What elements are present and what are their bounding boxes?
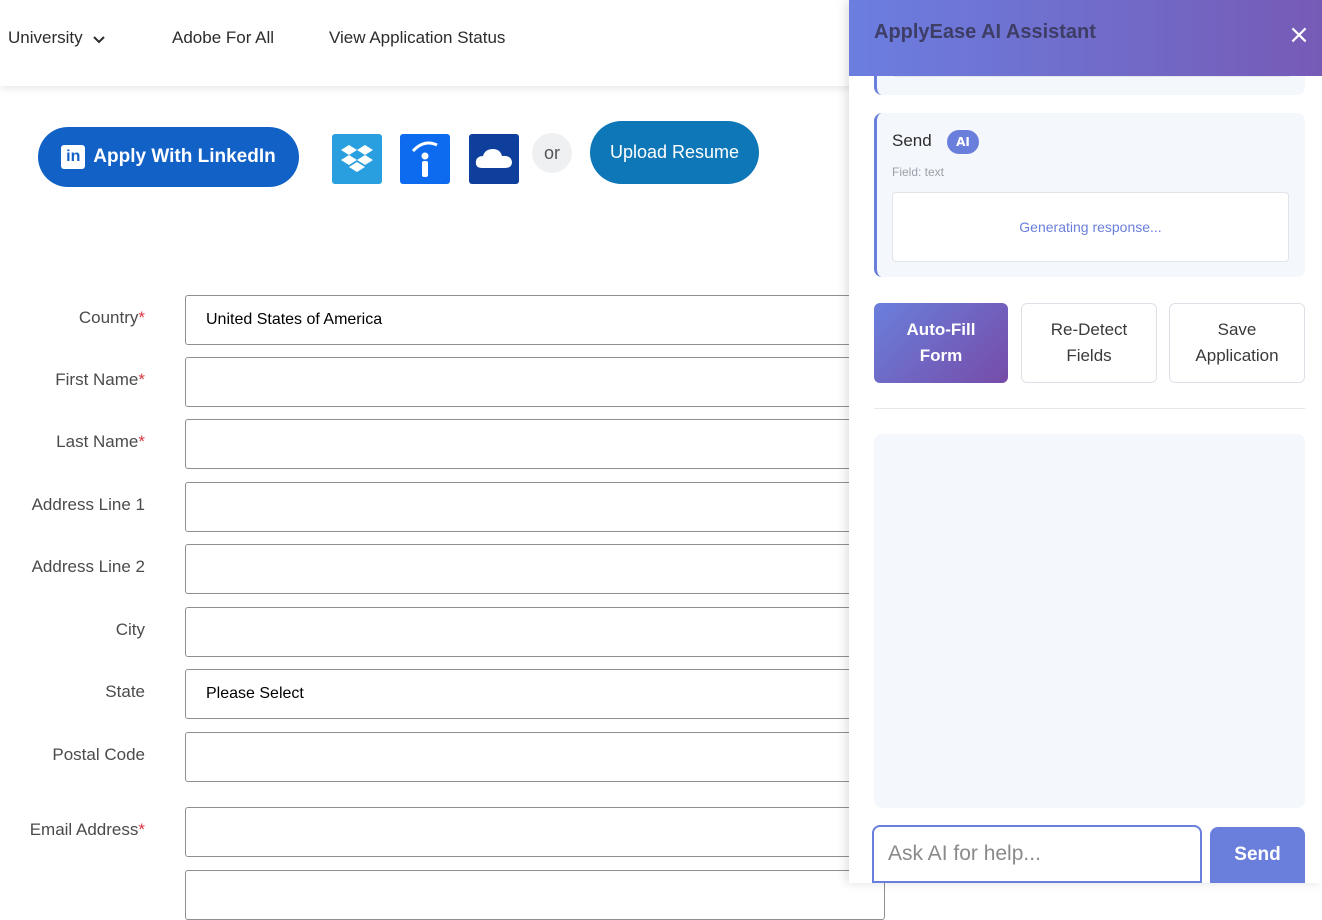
- postal-code-field[interactable]: [185, 732, 885, 782]
- linkedin-icon: in: [61, 145, 86, 169]
- onedrive-icon: [475, 149, 512, 168]
- dropbox-icon: [341, 145, 373, 172]
- email-address-label: Email Address*: [0, 820, 145, 840]
- field-name: Send: [892, 131, 932, 150]
- state-label: State: [0, 682, 145, 702]
- close-icon[interactable]: ×: [1284, 20, 1314, 50]
- state-label-text: State: [105, 682, 145, 701]
- send-button[interactable]: Send: [1210, 827, 1305, 883]
- apply-with-linkedin-button[interactable]: in Apply With LinkedIn: [38, 127, 299, 187]
- last-name-label: Last Name*: [0, 432, 145, 452]
- onedrive-button[interactable]: [469, 134, 519, 184]
- auto-fill-form-button[interactable]: Auto-Fill Form: [874, 303, 1008, 383]
- address-line-2-label-text: Address Line 2: [31, 557, 145, 576]
- divider: [874, 408, 1305, 409]
- response-box: Generating response...: [892, 192, 1289, 262]
- upload-resume-button[interactable]: Upload Resume: [590, 121, 759, 184]
- or-divider: or: [532, 133, 572, 173]
- required-marker: *: [138, 370, 145, 389]
- first-name-label: First Name*: [0, 370, 145, 390]
- auto-fill-label-line2: Form: [919, 346, 963, 365]
- chat-input[interactable]: [872, 825, 1202, 883]
- address-line-1-label: Address Line 1: [0, 495, 145, 515]
- last-name-label-text: Last Name: [56, 432, 139, 451]
- field-card: Send AI Field: text Generating response.…: [874, 113, 1305, 277]
- first-name-field[interactable]: [185, 357, 885, 407]
- address-line-2-label: Address Line 2: [0, 557, 145, 577]
- required-marker: *: [138, 820, 145, 839]
- postal-code-label-text: Postal Code: [52, 745, 145, 764]
- country-label-text: Country: [78, 308, 139, 327]
- re-detect-label-line2: Fields: [1066, 346, 1112, 365]
- previous-response-box: [894, 76, 1289, 77]
- chevron-down-icon: [93, 29, 106, 49]
- indeed-button[interactable]: [400, 134, 450, 184]
- ai-badge: AI: [947, 130, 979, 154]
- city-label: City: [0, 620, 145, 640]
- country-select[interactable]: United States of America: [185, 295, 885, 345]
- nav-view-application-status[interactable]: View Application Status: [329, 28, 505, 48]
- address-line-1-label-text: Address Line 1: [31, 495, 145, 514]
- email-address-label-text: Email Address: [29, 820, 139, 839]
- required-marker: *: [138, 432, 145, 451]
- address-line-2-field[interactable]: [185, 544, 885, 594]
- field-type: Field: text: [892, 165, 945, 179]
- first-name-label-text: First Name: [55, 370, 139, 389]
- save-label-line2: Application: [1195, 346, 1279, 365]
- panel-header: ApplyEase AI Assistant ×: [849, 0, 1322, 76]
- nav-adobe-for-all[interactable]: Adobe For All: [172, 28, 274, 48]
- save-application-button[interactable]: Save Application: [1169, 303, 1305, 383]
- city-label-text: City: [115, 620, 145, 639]
- state-select[interactable]: Please Select: [185, 669, 885, 719]
- ai-assistant-panel: ApplyEase AI Assistant × Send AI Field: …: [849, 0, 1322, 883]
- re-detect-label-line1: Re-Detect: [1050, 320, 1128, 339]
- auto-fill-label-line1: Auto-Fill: [906, 320, 976, 339]
- previous-field-card: [874, 76, 1305, 95]
- panel-title: ApplyEase AI Assistant: [874, 21, 1096, 43]
- last-name-field[interactable]: [185, 419, 885, 469]
- next-field-partial[interactable]: [185, 870, 885, 920]
- nav-university[interactable]: University: [8, 28, 106, 49]
- nav-university-label: University: [8, 28, 83, 47]
- required-marker: *: [138, 308, 145, 327]
- chat-messages-area: [874, 434, 1305, 808]
- dropbox-button[interactable]: [332, 134, 382, 184]
- apply-with-linkedin-label: Apply With LinkedIn: [93, 146, 276, 167]
- email-address-field[interactable]: [185, 807, 885, 857]
- save-label-line1: Save: [1217, 320, 1257, 339]
- city-field[interactable]: [185, 607, 885, 657]
- indeed-icon: [411, 141, 438, 177]
- postal-code-label: Postal Code: [0, 745, 145, 765]
- country-label: Country*: [0, 308, 145, 328]
- address-line-1-field[interactable]: [185, 482, 885, 532]
- re-detect-fields-button[interactable]: Re-Detect Fields: [1021, 303, 1157, 383]
